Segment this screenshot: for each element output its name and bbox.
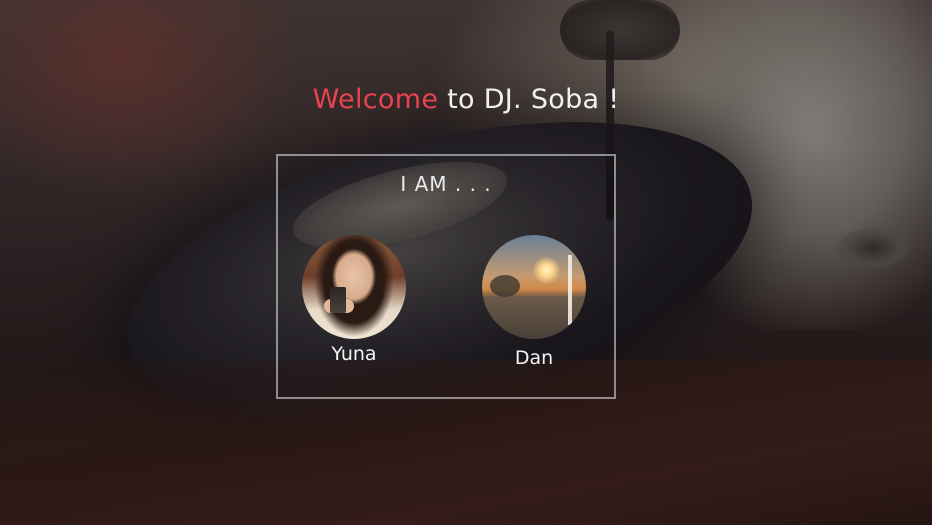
avatar-dan[interactable] [482,235,586,339]
profile-dan[interactable]: Dan [482,235,586,369]
welcome-rest: to DJ. Soba ! [438,84,620,115]
avatar-yuna[interactable] [302,235,406,339]
profile-name-dan: Dan [514,347,554,369]
profile-name-yuna: Yuna [331,343,377,365]
welcome-word: Welcome [312,84,439,115]
welcome-heading: Welcome to DJ. Soba ! [0,84,932,115]
profile-selector-card: I AM . . . Yuna Dan [276,154,616,399]
profile-yuna[interactable]: Yuna [302,235,406,365]
iam-prompt: I AM . . . [400,172,492,196]
